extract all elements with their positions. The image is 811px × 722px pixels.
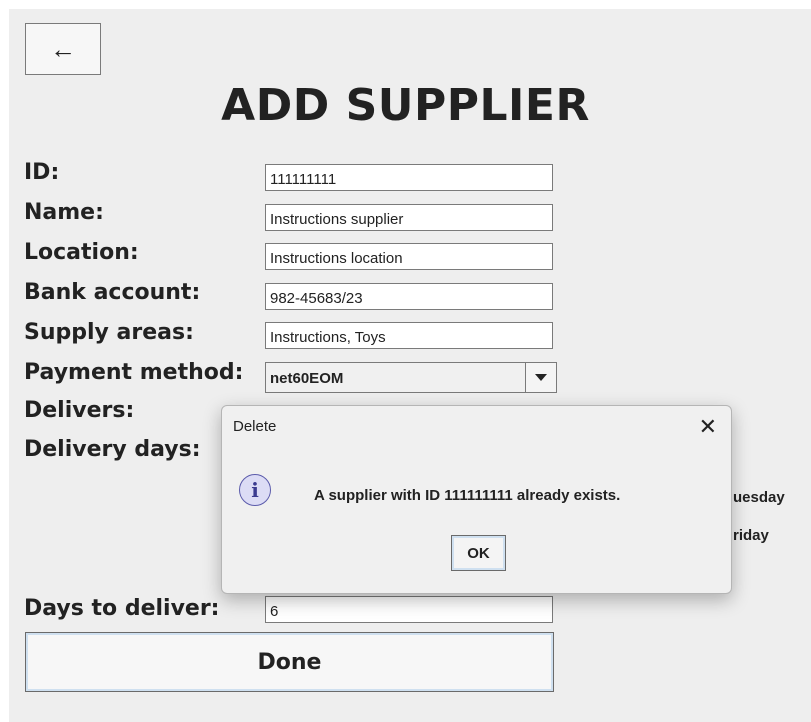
supply-areas-field[interactable]: Instructions, Toys [265,322,553,349]
bank-account-label: Bank account: [24,280,201,305]
delivery-days-label: Delivery days: [24,437,201,462]
dialog-title: Delete [233,418,277,435]
bank-account-field[interactable]: 982-45683/23 [265,283,553,310]
location-label: Location: [24,240,139,265]
days-to-deliver-field[interactable]: 6 [265,596,553,623]
name-label: Name: [24,200,104,225]
back-button[interactable]: ← [25,23,101,75]
days-to-deliver-label: Days to deliver: [24,596,220,621]
delivers-label: Delivers: [24,398,135,423]
id-label: ID: [24,160,60,185]
info-icon: i [239,474,271,506]
payment-method-dropdown[interactable]: net60EOM [265,362,557,393]
payment-method-value: net60EOM [270,370,344,387]
back-arrow-icon: ← [50,33,76,64]
location-field[interactable]: Instructions location [265,243,553,270]
chevron-down-icon [535,374,547,381]
supply-areas-label: Supply areas: [24,320,194,345]
dropdown-arrow-button[interactable] [525,363,556,392]
day-checkbox-tuesday-label[interactable]: uesday [733,489,785,506]
dialog-message: A supplier with ID 111111111 already exi… [314,487,621,504]
done-button[interactable]: Done [25,632,554,692]
close-icon[interactable]: ✕ [699,414,717,440]
message-dialog: Delete ✕ i A supplier with ID 111111111 … [221,405,732,594]
name-field[interactable]: Instructions supplier [265,204,553,231]
ok-button[interactable]: OK [451,535,506,571]
page-title: ADD SUPPLIER [221,80,590,131]
day-checkbox-friday-label[interactable]: riday [733,527,769,544]
payment-method-label: Payment method: [24,360,244,385]
id-field[interactable]: 111111111 [265,164,553,191]
